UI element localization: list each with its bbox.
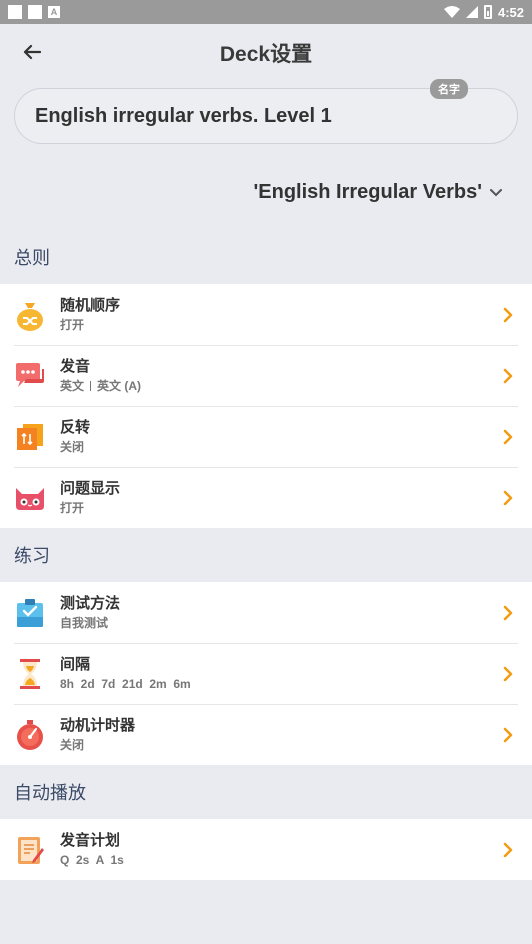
setting-title: 间隔 — [60, 655, 91, 673]
separator — [90, 381, 92, 392]
notepad-pen-icon — [14, 834, 46, 866]
setting-reverse[interactable]: 反转 关闭 — [0, 406, 532, 467]
back-arrow-icon — [23, 44, 41, 60]
setting-title: 测试方法 — [60, 594, 121, 612]
setting-interval[interactable]: 间隔 8h 2d 7d 21d 2m 6m — [0, 643, 532, 704]
setting-title: 发音 — [60, 357, 91, 375]
deck-selector[interactable]: 'English Irregular Verbs' — [0, 160, 532, 224]
setting-value: 关闭 — [60, 737, 85, 752]
shuffle-bag-icon — [14, 299, 46, 331]
deck-name-field-wrapper: 名字 — [14, 79, 518, 144]
setting-value: 8h 2d 7d 21d 2m 6m — [60, 676, 191, 691]
app-header: Deck设置 — [0, 24, 532, 80]
back-button[interactable] — [18, 38, 46, 66]
battery-icon — [483, 5, 492, 19]
chevron-right-icon — [498, 664, 518, 684]
app-notification-icon: A — [48, 6, 60, 18]
status-bar: A 4:52 — [0, 0, 532, 24]
chevron-right-icon — [498, 603, 518, 623]
notification-icon — [28, 5, 42, 19]
notification-icons: A — [8, 5, 60, 19]
flip-cards-icon — [14, 421, 46, 453]
section-header-practice: 练习 — [14, 546, 50, 566]
clipboard-check-icon — [14, 597, 46, 629]
setting-value: 打开 — [60, 317, 85, 332]
timer-icon — [14, 719, 46, 751]
setting-title: 动机计时器 — [60, 716, 136, 734]
section-header-autoplay: 自动播放 — [14, 783, 86, 803]
chevron-right-icon — [498, 488, 518, 508]
setting-question-display[interactable]: 问题显示 打开 — [0, 467, 532, 528]
setting-random-order[interactable]: 随机顺序 打开 — [0, 284, 532, 345]
setting-value: 关闭 — [60, 439, 85, 454]
setting-value: Q 2s A 1s — [60, 852, 124, 867]
chevron-right-icon — [498, 840, 518, 860]
practice-settings-group: 测试方法 自我测试 间隔 8h 2d 7d 21d 2m 6m 动机计时器 关闭 — [0, 582, 532, 765]
setting-title: 随机顺序 — [60, 296, 121, 314]
hourglass-icon — [14, 658, 46, 690]
setting-value: 英文 英文 (A) — [60, 378, 498, 394]
back-language: 英文 (A) — [97, 378, 142, 393]
wifi-icon — [443, 6, 460, 18]
chevron-down-icon — [490, 189, 502, 197]
chevron-right-icon — [498, 305, 518, 325]
setting-motivation-timer[interactable]: 动机计时器 关闭 — [0, 704, 532, 765]
autoplay-settings-group: 发音计划 Q 2s A 1s — [0, 819, 532, 880]
chevron-right-icon — [498, 366, 518, 386]
chat-bubble-icon — [14, 360, 46, 392]
general-settings-group: 随机顺序 打开 发音 英文 英文 (A) 反转 关闭 问题显示 打开 — [0, 284, 532, 528]
setting-title: 问题显示 — [60, 479, 121, 497]
chevron-right-icon — [498, 725, 518, 745]
deck-selector-label: 'English Irregular Verbs' — [253, 180, 482, 203]
setting-title: 反转 — [60, 418, 91, 436]
setting-value: 打开 — [60, 500, 85, 515]
setting-pronunciation-plan[interactable]: 发音计划 Q 2s A 1s — [0, 819, 532, 880]
system-icons: 4:52 — [443, 4, 524, 20]
cat-face-icon — [14, 482, 46, 514]
setting-title: 发音计划 — [60, 831, 121, 849]
notification-icon — [8, 5, 22, 19]
setting-value: 自我测试 — [60, 615, 109, 630]
page-title: Deck设置 — [219, 43, 313, 66]
signal-icon — [465, 6, 478, 18]
chevron-right-icon — [498, 427, 518, 447]
section-header-general: 总则 — [14, 248, 50, 268]
setting-pronunciation[interactable]: 发音 英文 英文 (A) — [0, 345, 532, 406]
clock: 4:52 — [497, 4, 524, 20]
name-badge: 名字 — [430, 79, 468, 99]
setting-test-method[interactable]: 测试方法 自我测试 — [0, 582, 532, 643]
front-language: 英文 — [60, 378, 85, 393]
